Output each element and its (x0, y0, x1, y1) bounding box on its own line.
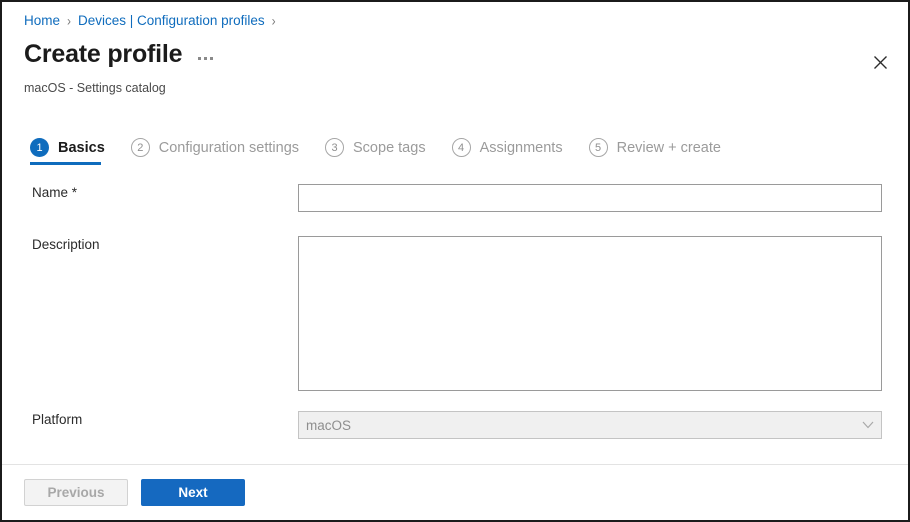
field-row-description: Description (2, 236, 908, 391)
description-control (298, 236, 908, 391)
platform-select-wrap: macOS (298, 411, 882, 439)
close-icon[interactable] (864, 46, 896, 78)
platform-control: macOS (298, 411, 908, 439)
breadcrumb: Home › Devices | Configuration profiles … (24, 12, 283, 30)
spacer-after-description (2, 391, 908, 411)
platform-label: Platform (32, 412, 83, 427)
chevron-right-icon: › (67, 12, 72, 30)
name-label: Name * (32, 185, 78, 200)
wizard-step-label: Basics (58, 139, 105, 156)
step-number-badge: 1 (30, 138, 49, 157)
breadcrumb-item-home[interactable]: Home (24, 12, 60, 30)
wizard-step-scope-tags[interactable]: 3 Scope tags (325, 138, 426, 165)
ellipsis-icon[interactable] (196, 53, 215, 64)
create-profile-dialog: Home › Devices | Configuration profiles … (0, 0, 910, 522)
step-number-badge: 5 (588, 138, 608, 157)
ellipsis-dot-3 (210, 57, 214, 60)
field-row-platform: Platform macOS (2, 411, 908, 439)
step-number-badge: 3 (325, 138, 345, 157)
name-control (298, 184, 908, 212)
wizard-steps: 1 Basics 2 Configuration settings 3 Scop… (30, 138, 747, 165)
page-subtitle: macOS - Settings catalog (24, 81, 166, 95)
field-row-name: Name * (2, 184, 908, 212)
wizard-step-label: Scope tags (353, 139, 426, 156)
ellipsis-dot-1 (198, 57, 202, 60)
step-number-badge: 2 (130, 138, 150, 157)
ellipsis-dot-2 (204, 57, 208, 60)
description-textarea[interactable] (298, 236, 882, 391)
step-number-badge: 4 (451, 138, 471, 157)
wizard-step-basics[interactable]: 1 Basics (30, 138, 105, 165)
previous-button[interactable]: Previous (24, 479, 128, 506)
breadcrumb-item-configuration-profiles[interactable]: Devices | Configuration profiles (78, 12, 265, 30)
wizard-step-label: Assignments (479, 139, 563, 156)
wizard-step-label: Review + create (616, 139, 721, 156)
title-row: Create profile (24, 38, 215, 70)
wizard-step-configuration-settings[interactable]: 2 Configuration settings (130, 138, 300, 165)
next-button[interactable]: Next (141, 479, 245, 506)
spacer-after-name (2, 212, 908, 236)
dialog-footer: Previous Next (2, 464, 908, 520)
platform-select: macOS (298, 411, 882, 439)
wizard-step-assignments[interactable]: 4 Assignments (451, 138, 563, 165)
wizard-step-label: Configuration settings (158, 139, 300, 156)
chevron-right-icon-trailing: › (271, 12, 276, 30)
dialog-content: Home › Devices | Configuration profiles … (2, 2, 908, 464)
wizard-step-review-create[interactable]: 5 Review + create (588, 138, 721, 165)
description-label: Description (32, 237, 100, 252)
basics-form: Name * Description Platform macOS (2, 184, 908, 439)
page-title: Create profile (24, 40, 183, 68)
name-input[interactable] (298, 184, 882, 212)
